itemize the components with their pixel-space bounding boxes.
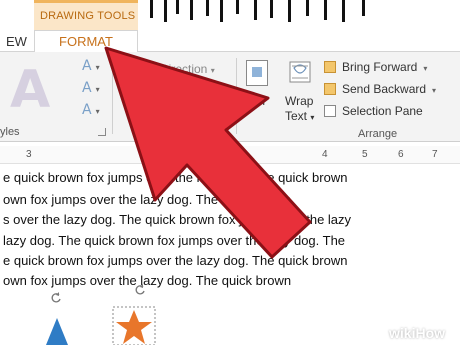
text-direction-button[interactable]: Direction ▾	[160, 62, 215, 76]
send-backward-button[interactable]: Send Backward ▾	[324, 82, 436, 96]
chevron-down-icon: ▾	[95, 85, 100, 94]
tab-view[interactable]: EW	[0, 32, 34, 52]
wrap-text-label-line1: Wrap	[285, 94, 314, 108]
chevron-down-icon: ▾	[95, 63, 100, 72]
selection-pane-button[interactable]: Selection Pane	[324, 104, 423, 118]
group-divider	[236, 58, 237, 134]
ribbon-tab-strip: DRAWING TOOLS EW FORMAT	[0, 0, 460, 53]
chevron-down-icon: ▾	[423, 64, 428, 73]
arrange-group-label: Arrange	[358, 128, 398, 140]
wrap-text-icon[interactable]	[288, 60, 312, 84]
text-fill-button[interactable]: A ▾	[82, 58, 100, 74]
text-effects-button[interactable]: A ▾	[82, 102, 100, 118]
horizontal-ruler[interactable]: 3 1 2 4 5 6 7	[0, 146, 460, 164]
ruler-number: 5	[362, 149, 368, 160]
wordart-style-preview[interactable]: A	[10, 60, 70, 120]
ruler-number: 1	[190, 149, 196, 160]
bring-forward-label: Bring Forward	[342, 60, 418, 74]
ruler-number: 4	[322, 149, 328, 160]
text-effects-icon: A	[82, 102, 92, 118]
ribbon-body: A A ▾ A ▾ A ▾ yles Direction ▾ ition Wrap Te…	[0, 52, 460, 142]
ruler-number: 3	[26, 149, 32, 160]
position-label[interactable]: ition	[243, 94, 265, 108]
bring-forward-button[interactable]: Bring Forward ▾	[324, 60, 427, 74]
rotate-handle-icon[interactable]	[50, 292, 62, 304]
position-icon[interactable]	[246, 60, 268, 86]
tab-format[interactable]: FORMAT	[34, 30, 138, 53]
wrap-text-button[interactable]: Wrap Text ▾	[285, 94, 314, 125]
document-line: e quick brown fox jumps over the lazy do…	[3, 253, 348, 268]
wikihow-watermark: wikiHow	[389, 325, 446, 341]
chevron-down-icon: ▾	[210, 66, 215, 75]
document-page[interactable]: e quick brown fox jumps over the lazy do…	[0, 166, 460, 345]
ruler-number: 2	[242, 149, 248, 160]
dialog-launcher-icon[interactable]	[98, 128, 106, 136]
wordart-styles-group-label: yles	[0, 126, 20, 138]
selection-pane-label: Selection Pane	[342, 104, 423, 118]
star-shape[interactable]	[112, 306, 156, 345]
document-line: s over the lazy dog. The quick brown fox…	[3, 212, 352, 227]
send-backward-label: Send Backward	[342, 82, 427, 96]
selection-pane-icon	[324, 105, 336, 117]
text-outline-icon: A	[82, 80, 92, 96]
chevron-down-icon: ▾	[95, 107, 100, 116]
text-fill-icon: A	[82, 58, 92, 74]
rotate-handle-icon[interactable]	[134, 284, 146, 296]
bring-forward-icon	[324, 61, 336, 73]
group-divider	[112, 58, 113, 134]
wrap-text-label-line2: Text	[285, 109, 308, 123]
document-line: own fox jumps over the lazy dog. The qui…	[3, 273, 292, 288]
tab-strip-decoration	[150, 0, 380, 26]
text-direction-label: Direction	[160, 62, 208, 76]
document-line: e quick brown fox jumps over the lazy do…	[3, 170, 348, 185]
triangle-shape[interactable]	[46, 318, 68, 345]
ruler-number: 6	[398, 149, 404, 160]
ruler-number: 7	[432, 149, 438, 160]
drawing-tools-label: DRAWING TOOLS	[40, 10, 136, 22]
text-outline-button[interactable]: A ▾	[82, 80, 100, 96]
chevron-down-icon: ▾	[310, 113, 315, 122]
chevron-down-icon: ▾	[432, 86, 437, 95]
send-backward-icon	[324, 83, 336, 95]
document-line: own fox jumps over the lazy dog. The qui…	[3, 192, 292, 207]
document-line: lazy dog. The quick brown fox jumps over…	[3, 233, 346, 248]
